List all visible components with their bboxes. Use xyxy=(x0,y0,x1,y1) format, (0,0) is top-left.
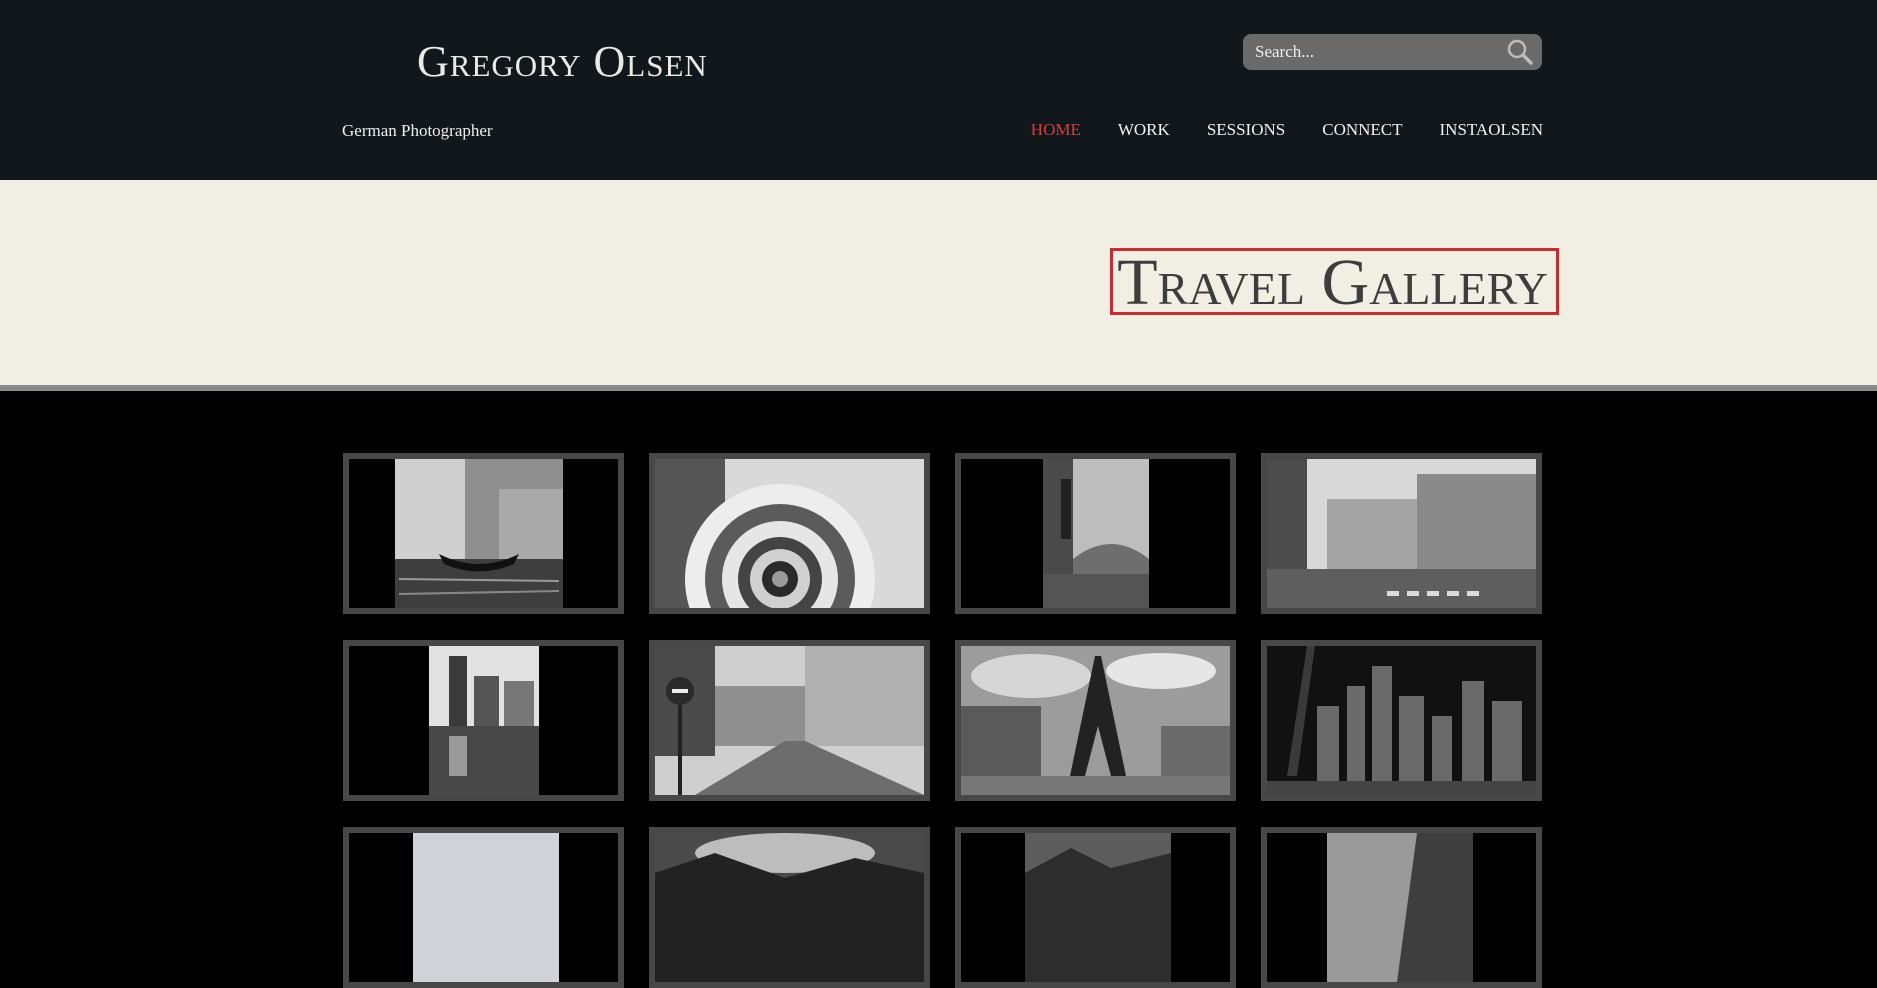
site-tagline: German Photographer xyxy=(342,121,493,140)
gallery-thumbnail-skyscrapers[interactable] xyxy=(343,640,624,801)
gallery-thumbnail-paris-bridge[interactable] xyxy=(955,453,1236,614)
nav-item-work[interactable]: WORK xyxy=(1118,120,1170,140)
nav-item-home[interactable]: HOME xyxy=(1031,120,1081,140)
gallery-thumbnail-mountains[interactable] xyxy=(955,827,1236,988)
page-title: Travel Gallery xyxy=(1110,248,1559,316)
gallery-thumbnail-paris-view[interactable] xyxy=(649,640,930,801)
nav-item-instaolsen[interactable]: INSTAOLSEN xyxy=(1440,120,1543,140)
main-nav: HOME WORK SESSIONS CONNECT INSTAOLSEN xyxy=(1031,120,1543,140)
gallery-thumbnail-paris-street[interactable] xyxy=(1261,453,1542,614)
site-header: Gregory Olsen German Photographer HOME W… xyxy=(0,0,1877,180)
gallery-thumbnail-city-night[interactable] xyxy=(1261,640,1542,801)
gallery-thumbnail-venice[interactable] xyxy=(343,453,624,614)
gallery-thumbnail-staircase[interactable] xyxy=(649,453,930,614)
gallery-thumbnail-rocks[interactable] xyxy=(1261,827,1542,988)
page-banner: Travel Gallery xyxy=(0,180,1877,385)
nav-item-sessions[interactable]: SESSIONS xyxy=(1207,120,1285,140)
search-input[interactable] xyxy=(1255,34,1495,70)
gallery-thumbnail-pale-sky[interactable] xyxy=(343,827,624,988)
search-icon[interactable] xyxy=(1506,38,1534,66)
gallery-thumbnail-clouds[interactable] xyxy=(649,827,930,988)
nav-item-connect[interactable]: CONNECT xyxy=(1322,120,1402,140)
photo-gallery xyxy=(0,391,1877,988)
search-box xyxy=(1243,34,1542,70)
gallery-thumbnail-eiffel-tower[interactable] xyxy=(955,640,1236,801)
site-title[interactable]: Gregory Olsen xyxy=(417,36,708,87)
